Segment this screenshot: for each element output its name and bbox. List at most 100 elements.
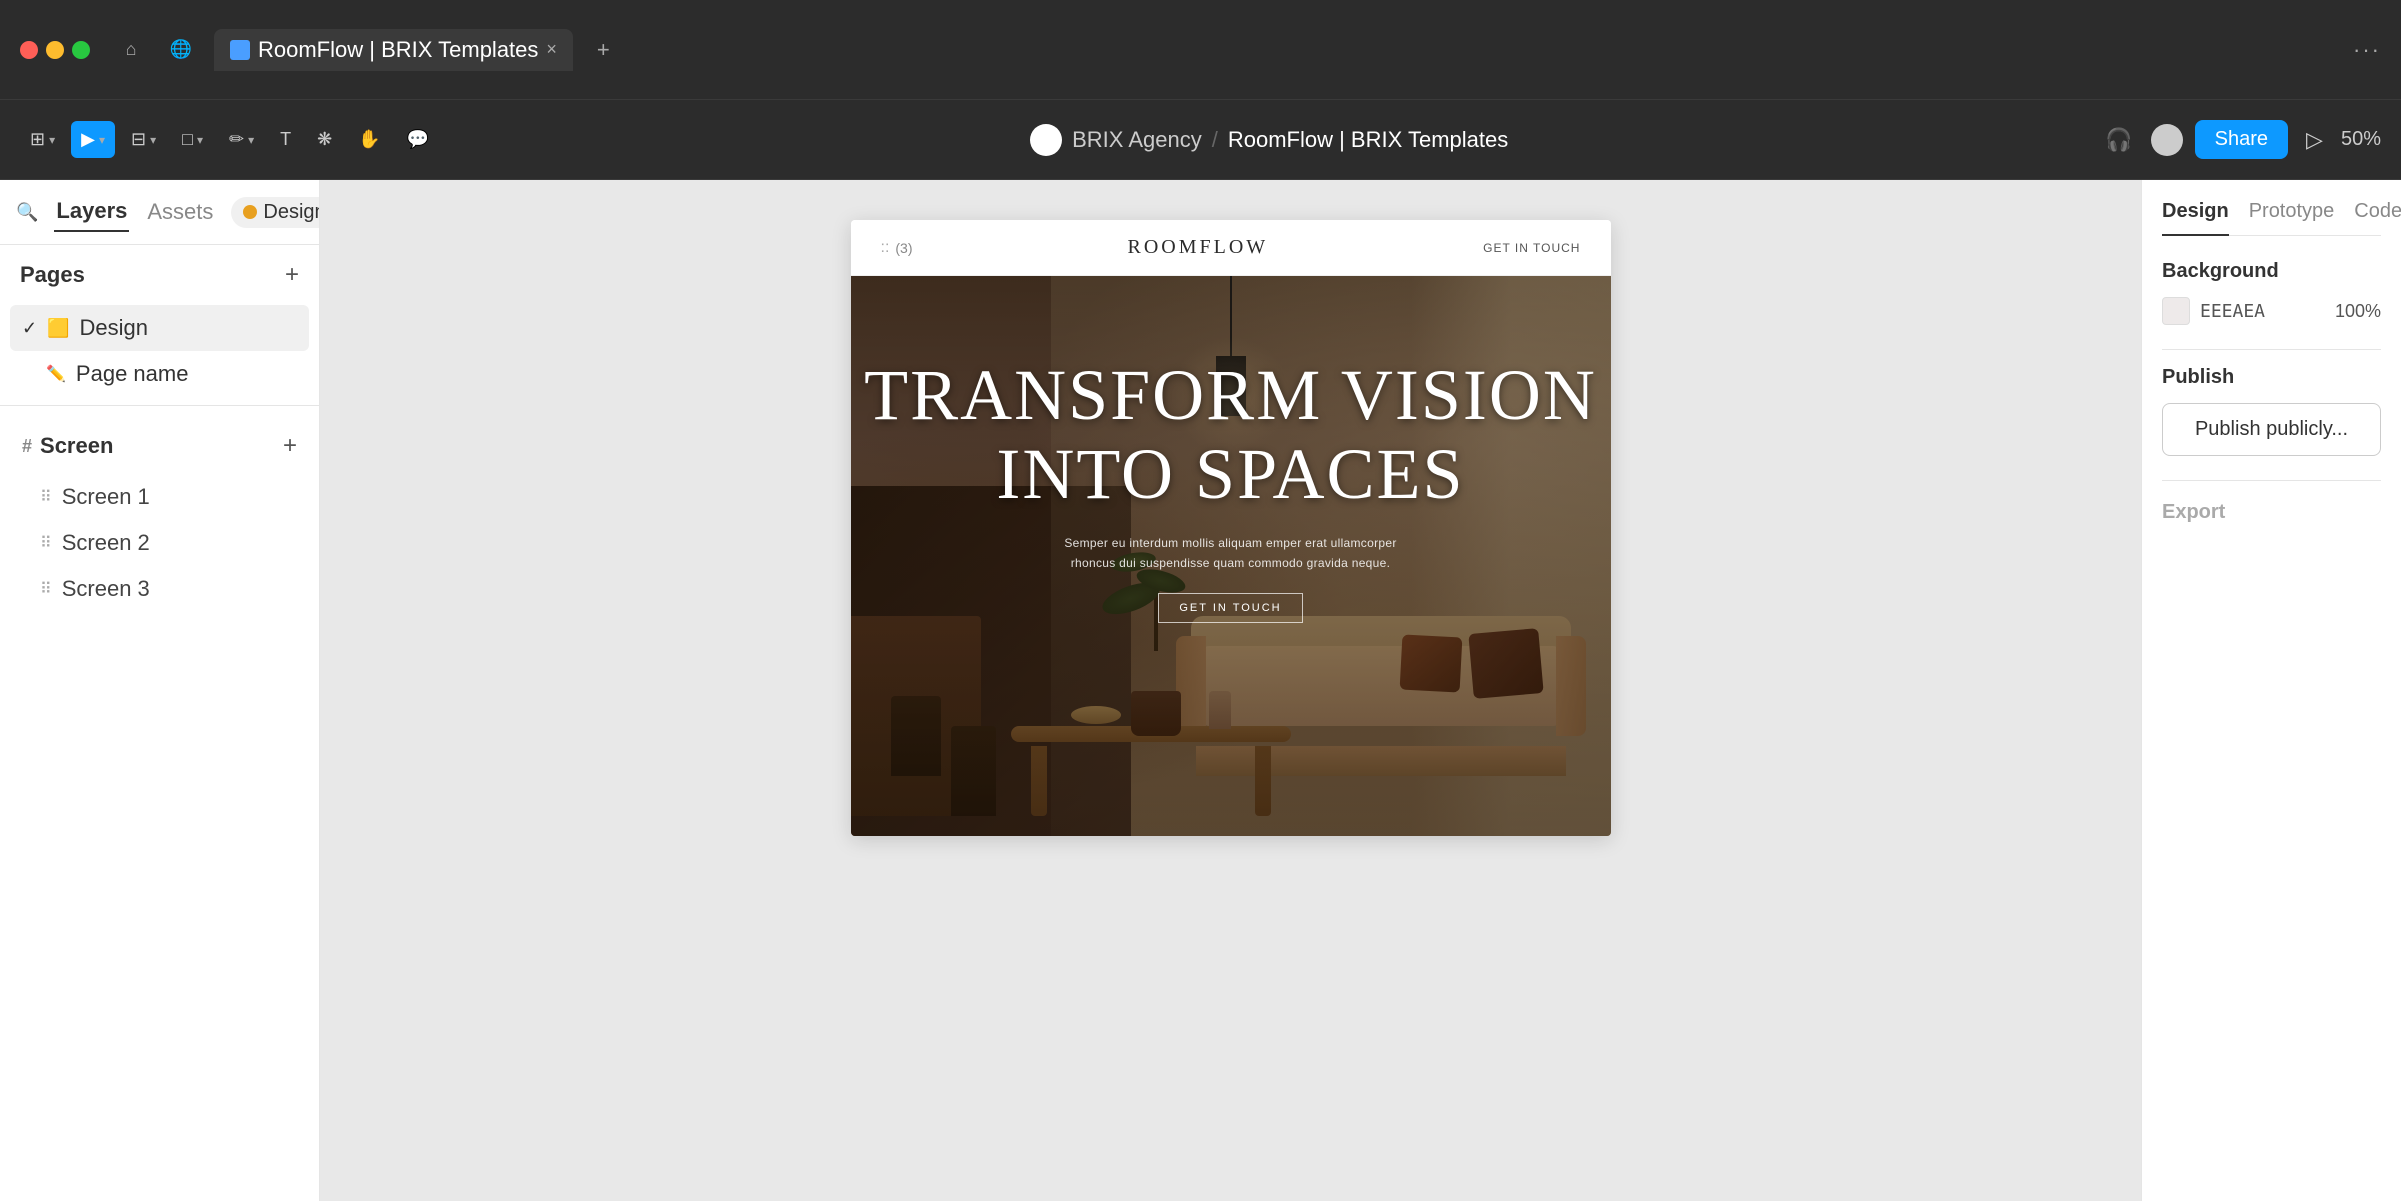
select-tool[interactable]: ▶ ▾: [71, 121, 115, 158]
checkmark-icon: ✓: [22, 318, 37, 339]
dot-red[interactable]: [20, 41, 38, 59]
design-chip-label: Design: [263, 201, 320, 224]
frame-nav-left: :: (3): [881, 239, 913, 257]
org-avatar: [1030, 124, 1062, 156]
main-layout: 🔍 Layers Assets Design ∧ Pages + ✓ 🟨 Des…: [0, 180, 2401, 1201]
toolbar-center: BRIX Agency / RoomFlow | BRIX Templates: [459, 124, 2079, 156]
browser-menu-button[interactable]: ···: [2353, 37, 2381, 63]
text-tool[interactable]: T: [270, 121, 301, 158]
tab-title: RoomFlow | BRIX Templates: [258, 37, 538, 63]
tab-assets[interactable]: Assets: [145, 193, 215, 231]
panel-divider-2: [2162, 480, 2381, 481]
globe-icon[interactable]: 🌐: [164, 33, 198, 67]
background-color-swatch[interactable]: [2162, 297, 2190, 325]
grid-dots-icon: ⠿: [40, 533, 52, 553]
background-section: Background EEEAEA 100%: [2162, 260, 2381, 325]
screen-items-list: ⠿ Screen 1 ⠿ Screen 2 ⠿ Screen 3: [10, 470, 309, 616]
chevron-down-icon: ▾: [248, 133, 254, 147]
shape-icon: □: [182, 129, 193, 150]
frame-logo: ROOMFLOW: [1127, 236, 1268, 259]
hand-tool[interactable]: ✋: [348, 121, 390, 158]
move-tool-group[interactable]: ⊞ ▾: [20, 121, 65, 158]
hero-content: TRANSFORM VISION INTO SPACES Semper eu i…: [851, 276, 1611, 836]
pages-list: ✓ 🟨 Design ✏️ Page name: [0, 305, 319, 397]
background-opacity[interactable]: 100%: [2335, 301, 2381, 322]
background-title: Background: [2162, 260, 2381, 283]
toolbar-tools-group: ⊞ ▾ ▶ ▾ ⊟ ▾ □ ▾ ✏ ▾ T ❋ ✋ 💬: [20, 121, 439, 158]
tab-design[interactable]: Design: [2162, 200, 2229, 236]
comment-icon: 💬: [407, 129, 429, 150]
hero-subtitle: Semper eu interdum mollis aliquam emper …: [1061, 534, 1401, 572]
publish-button[interactable]: Publish publicly...: [2162, 403, 2381, 456]
pen-tool[interactable]: ✏ ▾: [219, 121, 264, 158]
user-avatar[interactable]: [2151, 124, 2183, 156]
components-tool[interactable]: ❋: [307, 121, 342, 158]
breadcrumb-separator: /: [1212, 127, 1218, 153]
pages-title: Pages: [20, 262, 85, 288]
hero-cta-button[interactable]: GET IN TOUCH: [1158, 593, 1302, 623]
tab-code[interactable]: Code: [2354, 200, 2401, 223]
new-tab-button[interactable]: +: [597, 37, 610, 63]
background-row: EEEAEA 100%: [2162, 297, 2381, 325]
chevron-down-icon: ▾: [99, 133, 105, 147]
screen-section: # Screen + ⠿ Screen 1 ⠿ Screen 2 ⠿ Scree…: [0, 414, 319, 624]
text-icon: T: [280, 129, 291, 150]
pencil-icon: ✏️: [46, 364, 66, 384]
grid-icon: ⊞: [30, 129, 45, 150]
add-page-button[interactable]: +: [285, 261, 299, 289]
frame-nav-cta[interactable]: GET IN TOUCH: [1483, 241, 1580, 255]
page-item-design[interactable]: ✓ 🟨 Design: [10, 305, 309, 351]
play-button[interactable]: ▷: [2300, 121, 2329, 159]
chevron-down-icon: ▾: [197, 133, 203, 147]
screen-title: Screen: [40, 433, 113, 459]
export-title: Export: [2162, 501, 2381, 524]
home-icon[interactable]: ⌂: [114, 33, 148, 67]
screen-item-3[interactable]: ⠿ Screen 3: [10, 566, 309, 612]
publish-title: Publish: [2162, 366, 2381, 389]
pages-header: Pages +: [0, 245, 319, 305]
pen-icon: ✏: [229, 129, 244, 150]
design-chip[interactable]: Design ∧: [231, 197, 320, 228]
background-color-hex[interactable]: EEEAEA: [2200, 301, 2265, 322]
canvas-area[interactable]: :: (3) ROOMFLOW GET IN TOUCH: [320, 180, 2141, 1201]
hero-title: TRANSFORM VISION INTO SPACES: [864, 356, 1597, 514]
add-screen-button[interactable]: +: [283, 432, 297, 460]
right-panel: Design Prototype Code Background EEEAEA …: [2141, 180, 2401, 1201]
tab-prototype[interactable]: Prototype: [2249, 200, 2335, 223]
shape-tool[interactable]: □ ▾: [172, 121, 213, 158]
page-emoji: 🟨: [47, 318, 69, 339]
browser-tab[interactable]: RoomFlow | BRIX Templates ×: [214, 29, 573, 71]
screen-2-label: Screen 2: [62, 530, 150, 556]
screen-item-1[interactable]: ⠿ Screen 1: [10, 474, 309, 520]
zoom-control[interactable]: 50%: [2341, 128, 2381, 151]
components-icon: ❋: [317, 129, 332, 150]
panel-divider-1: [2162, 349, 2381, 350]
chevron-down-icon: ▾: [150, 133, 156, 147]
screen-header[interactable]: # Screen +: [10, 422, 309, 470]
breadcrumb-org: BRIX Agency: [1072, 127, 1202, 153]
grid-dots-icon: ⠿: [40, 487, 52, 507]
page-item-page-name[interactable]: ✏️ Page name: [10, 351, 309, 397]
browser-traffic-lights: [20, 41, 90, 59]
search-icon[interactable]: 🔍: [16, 202, 38, 223]
screen-item-2[interactable]: ⠿ Screen 2: [10, 520, 309, 566]
dot-yellow[interactable]: [46, 41, 64, 59]
share-button[interactable]: Share: [2195, 120, 2288, 159]
grid-dots-icon: ⠿: [40, 579, 52, 599]
frame-tool[interactable]: ⊟ ▾: [121, 121, 166, 158]
figma-toolbar: ⊞ ▾ ▶ ▾ ⊟ ▾ □ ▾ ✏ ▾ T ❋ ✋ 💬: [0, 100, 2401, 180]
comment-tool[interactable]: 💬: [397, 121, 439, 158]
frame-nav-count: (3): [895, 240, 912, 256]
nav-dots-icon: ::: [881, 239, 890, 257]
design-frame: :: (3) ROOMFLOW GET IN TOUCH: [851, 220, 1611, 836]
page-name-label: Design: [80, 315, 148, 341]
export-section: Export: [2162, 501, 2381, 524]
screen-1-label: Screen 1: [62, 484, 150, 510]
headphones-icon[interactable]: 🎧: [2099, 121, 2138, 159]
breadcrumb: BRIX Agency / RoomFlow | BRIX Templates: [1030, 124, 1508, 156]
tab-close-button[interactable]: ×: [546, 39, 557, 60]
tab-layers[interactable]: Layers: [54, 192, 129, 232]
screen-header-left: # Screen: [22, 433, 113, 459]
browser-chrome: ⌂ 🌐 RoomFlow | BRIX Templates × + ···: [0, 0, 2401, 100]
dot-green[interactable]: [72, 41, 90, 59]
